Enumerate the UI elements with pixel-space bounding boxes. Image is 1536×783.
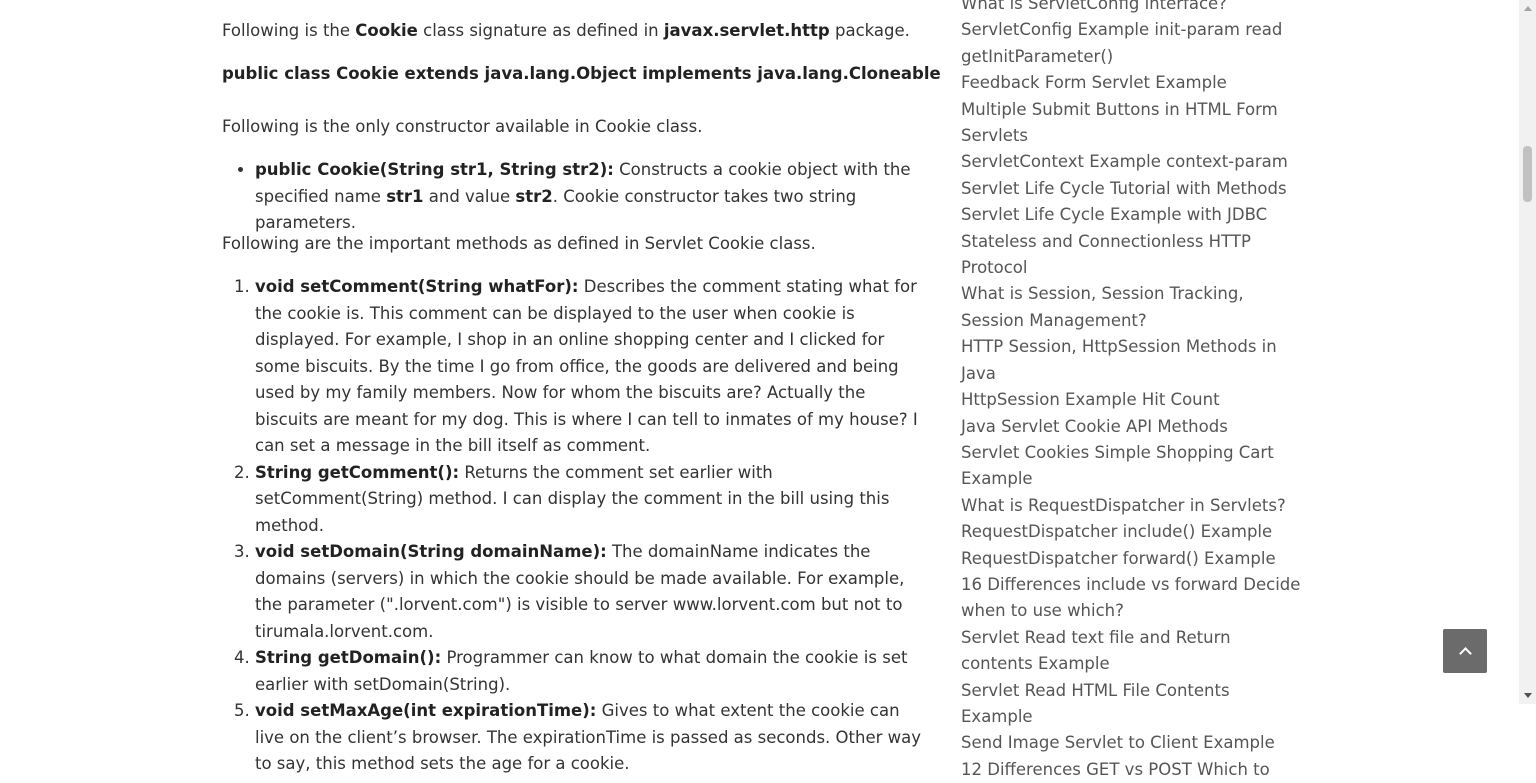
constructor-desc: and value bbox=[423, 186, 516, 206]
sidebar-link[interactable]: Servlet Life Cycle Tutorial with Methods bbox=[961, 176, 1301, 202]
intro-text: package. bbox=[829, 21, 910, 40]
list-item: public Cookie(String str1, String str2):… bbox=[255, 157, 932, 237]
method-description: Describes the comment stating what for t… bbox=[255, 277, 918, 455]
triangle-up-icon bbox=[1523, 6, 1532, 11]
back-to-top-button[interactable] bbox=[1443, 629, 1487, 673]
sidebar-link[interactable]: Stateless and Connectionless HTTP Protoc… bbox=[961, 229, 1301, 282]
sidebar-link[interactable]: Servlet Life Cycle Example with JDBC bbox=[961, 202, 1301, 228]
cookie-signature-intro: Following is the Cookie class signature … bbox=[222, 18, 910, 45]
sidebar-link[interactable]: ServletContext Example context-param bbox=[961, 149, 1301, 175]
constructor-list: public Cookie(String str1, String str2):… bbox=[222, 157, 932, 237]
sidebar-link[interactable]: HTTP Session, HttpSession Methods in Jav… bbox=[961, 334, 1301, 387]
sidebar-related-links: What is ServletConfig interface? ServletC… bbox=[961, 0, 1301, 783]
sidebar-link[interactable]: Multiple Submit Buttons in HTML Form Ser… bbox=[961, 97, 1301, 150]
class-signature: public class Cookie extends java.lang.Ob… bbox=[222, 64, 941, 83]
method-item: void setComment(String whatFor): Describ… bbox=[255, 274, 932, 460]
sidebar-link[interactable]: RequestDispatcher include() Example bbox=[961, 519, 1301, 545]
cookie-class-name: Cookie bbox=[355, 21, 418, 40]
sidebar-link[interactable]: 12 Differences GET vs POST Which to bbox=[961, 757, 1301, 783]
vertical-scrollbar[interactable] bbox=[1519, 0, 1536, 704]
sidebar-link[interactable]: What is RequestDispatcher in Servlets? bbox=[961, 493, 1301, 519]
sidebar-link[interactable]: What is ServletConfig interface? bbox=[961, 0, 1301, 17]
scroll-up-button[interactable] bbox=[1519, 0, 1536, 17]
sidebar-link[interactable]: Servlet Read text file and Return conten… bbox=[961, 625, 1301, 678]
method-item: String getDomain(): Programmer can know … bbox=[255, 645, 932, 698]
constructor-intro: Following is the only constructor availa… bbox=[222, 117, 703, 136]
intro-text: Following is the bbox=[222, 21, 356, 40]
sidebar-link[interactable]: 16 Differences include vs forward Decide… bbox=[961, 572, 1301, 625]
methods-list: void setComment(String whatFor): Describ… bbox=[222, 274, 932, 778]
method-signature: void setDomain(String domainName): bbox=[255, 542, 607, 561]
sidebar-link[interactable]: Send Image Servlet to Client Example bbox=[961, 730, 1301, 756]
sidebar-link[interactable]: What is Session, Session Tracking, Sessi… bbox=[961, 281, 1301, 334]
sidebar-link[interactable]: Servlet Cookies Simple Shopping Cart Exa… bbox=[961, 440, 1301, 493]
method-item: void setDomain(String domainName): The d… bbox=[255, 539, 932, 645]
sidebar-link[interactable]: RequestDispatcher forward() Example bbox=[961, 546, 1301, 572]
scrollbar-thumb[interactable] bbox=[1523, 146, 1532, 202]
method-item: void setMaxAge(int expirationTime): Give… bbox=[255, 698, 932, 778]
intro-text: class signature as defined in bbox=[417, 21, 664, 40]
sidebar-link[interactable]: HttpSession Example Hit Count bbox=[961, 387, 1301, 413]
constructor-signature: public Cookie(String str1, String str2): bbox=[255, 160, 614, 179]
method-signature: String getDomain(): bbox=[255, 648, 442, 667]
triangle-down-icon bbox=[1523, 693, 1532, 698]
param-name: str1 bbox=[386, 186, 424, 206]
methods-intro: Following are the important methods as d… bbox=[222, 234, 816, 253]
method-item: String getComment(): Returns the comment… bbox=[255, 460, 932, 540]
sidebar-link[interactable]: Java Servlet Cookie API Methods bbox=[961, 414, 1301, 440]
sidebar-link[interactable]: ServletConfig Example init-param read ge… bbox=[961, 17, 1301, 70]
package-name: javax.servlet.http bbox=[663, 21, 830, 40]
scroll-down-button[interactable] bbox=[1519, 687, 1536, 704]
sidebar-link[interactable]: Feedback Form Servlet Example bbox=[961, 70, 1301, 96]
method-signature: void setComment(String whatFor): bbox=[255, 277, 579, 296]
method-signature: String getComment(): bbox=[255, 462, 460, 482]
chevron-up-icon bbox=[1458, 646, 1472, 660]
param-name: str2 bbox=[515, 186, 553, 206]
